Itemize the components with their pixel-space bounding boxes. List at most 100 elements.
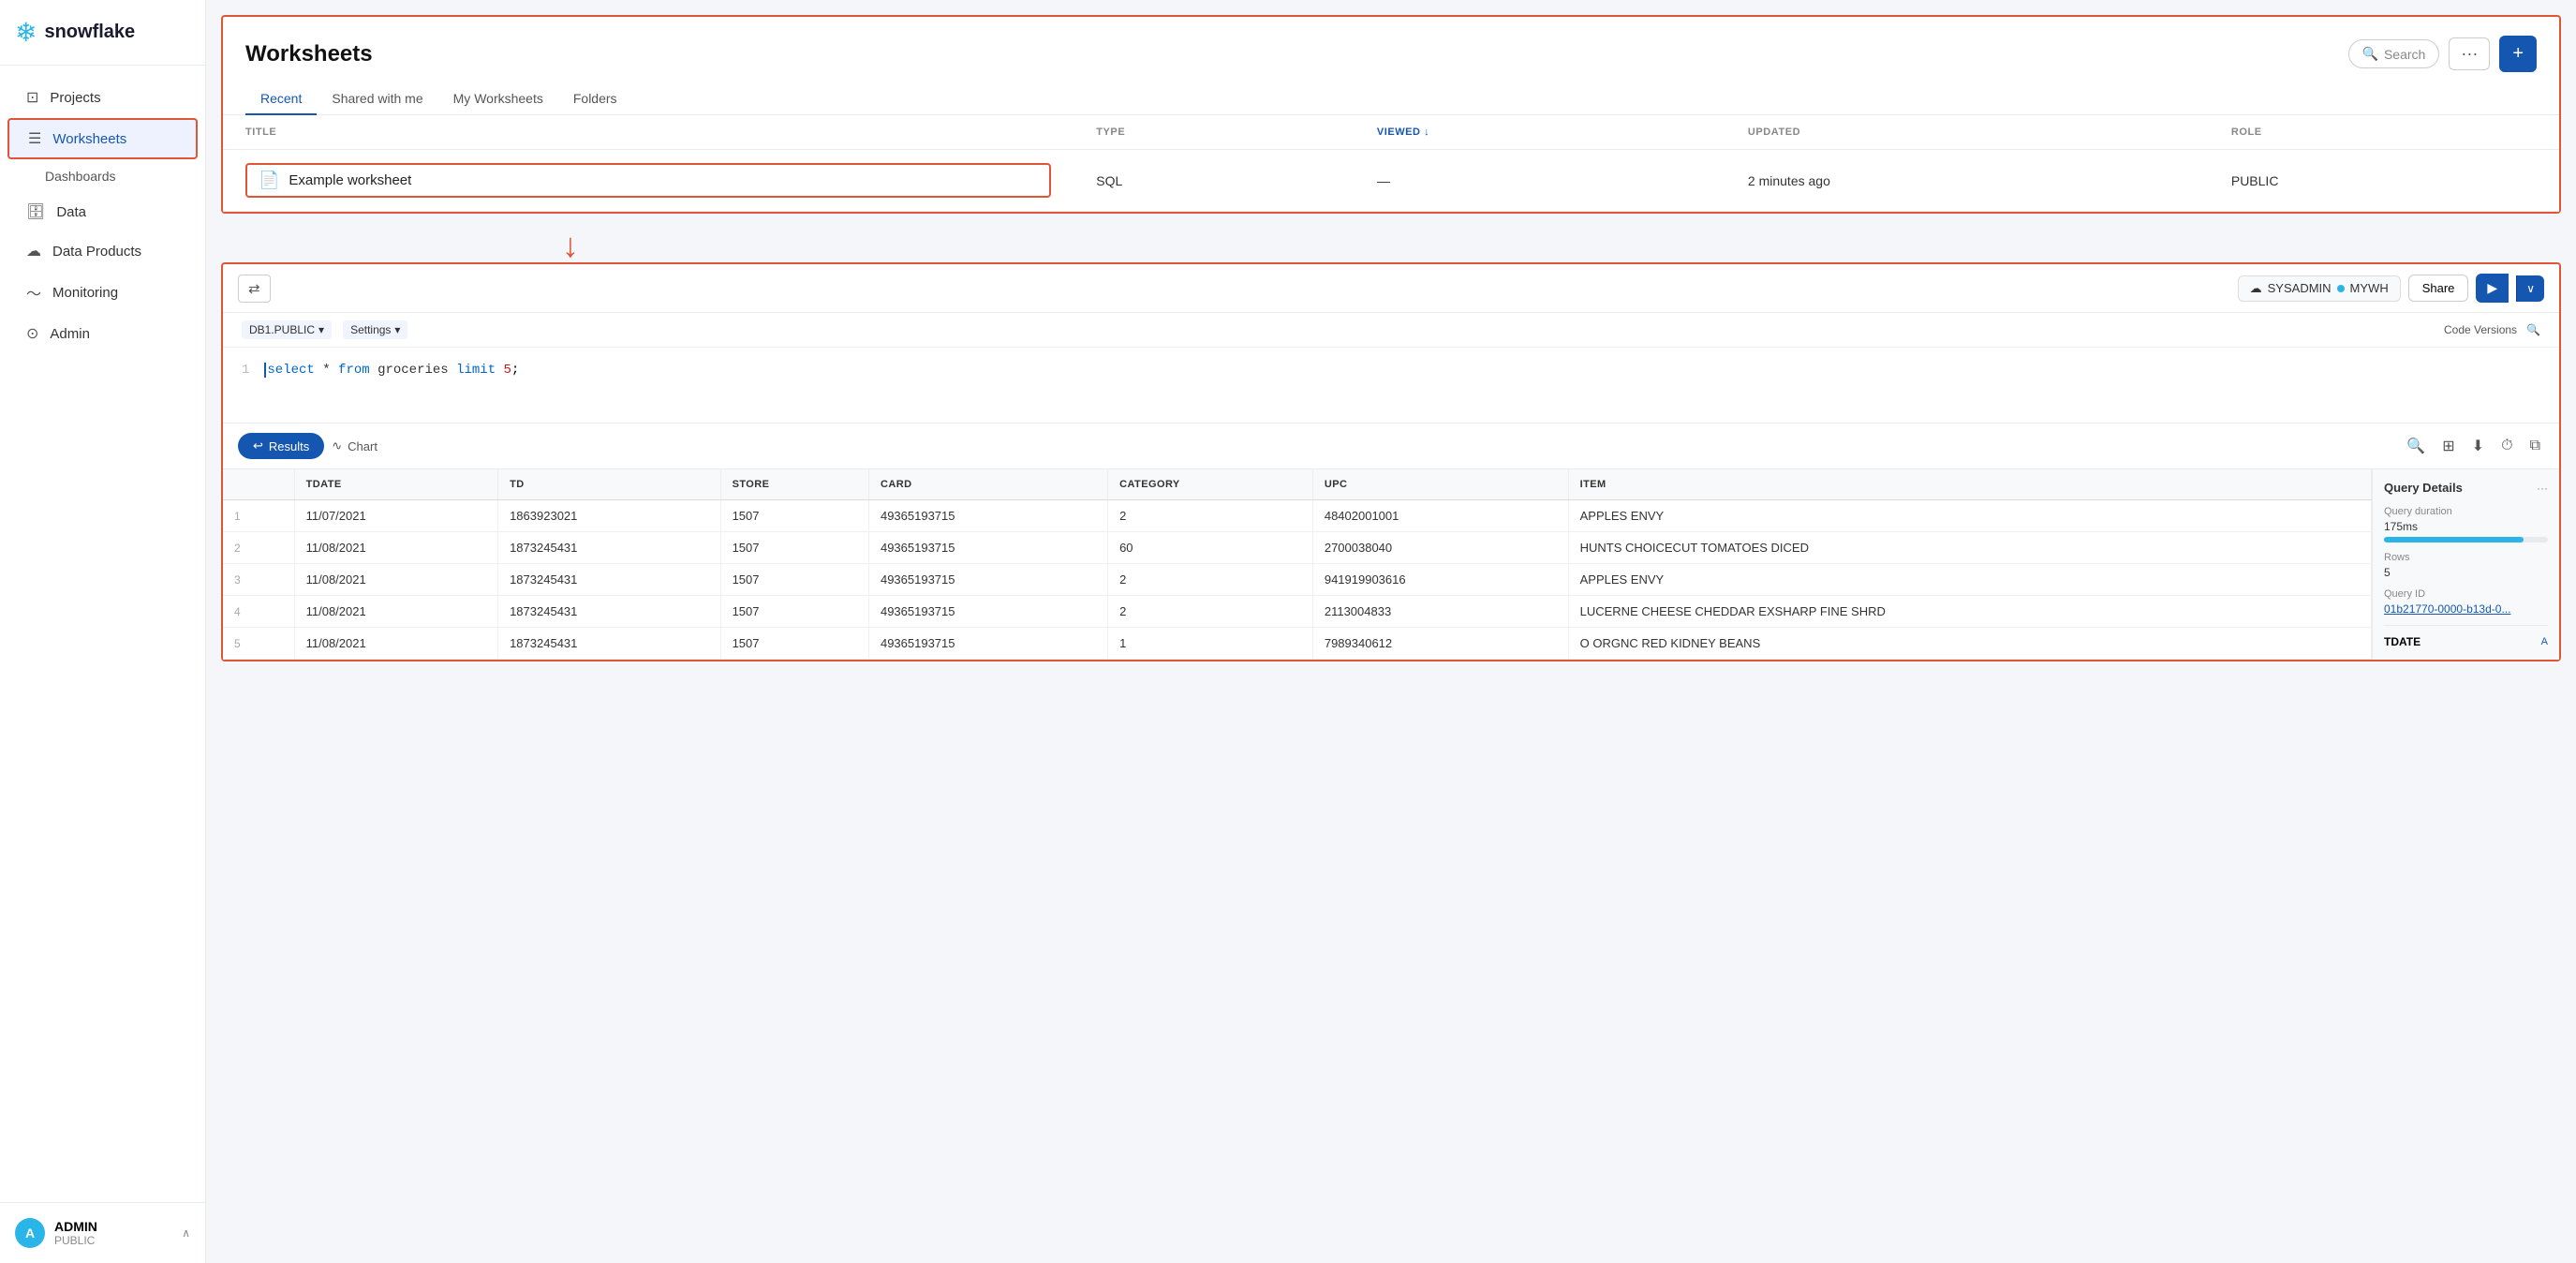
- file-icon: 📄: [259, 171, 279, 190]
- chart-label: Chart: [348, 439, 378, 453]
- db-chevron-icon: ▾: [318, 323, 324, 336]
- settings-chevron-icon: ▾: [394, 323, 400, 336]
- query-id-row: Query ID 01b21770-0000-b13d-0...: [2384, 588, 2548, 616]
- chevron-up-icon[interactable]: ∧: [182, 1226, 190, 1240]
- worksheets-table: TITLE TYPE VIEWED ↓ UPDATED ROLE 📄: [223, 115, 2559, 212]
- limit-number: 5: [504, 363, 511, 378]
- sidebar-item-label: Data Products: [52, 244, 141, 260]
- worksheets-table-container: TITLE TYPE VIEWED ↓ UPDATED ROLE 📄: [223, 115, 2559, 212]
- col-tdate[interactable]: TDATE: [294, 469, 497, 500]
- row-num: 5: [223, 628, 294, 660]
- avatar-initial: A: [25, 1226, 35, 1241]
- tab-recent[interactable]: Recent: [245, 83, 317, 115]
- search-results-button[interactable]: 🔍: [2403, 433, 2429, 459]
- table-row: 1 11/07/2021 1863923021 1507 49365193715…: [223, 500, 2372, 532]
- sidebar-item-worksheets[interactable]: ☰ Worksheets: [7, 118, 198, 159]
- arrow-container: ↓: [206, 229, 2576, 262]
- cell-item: APPLES ENVY: [1568, 500, 2371, 532]
- sidebar: ❄ snowflake ⊡ Projects ☰ Worksheets Dash…: [0, 0, 206, 1263]
- sidebar-item-data[interactable]: 🗄 Data: [7, 193, 198, 230]
- col-upc[interactable]: UPC: [1312, 469, 1568, 500]
- query-id-value[interactable]: 01b21770-0000-b13d-0...: [2384, 602, 2548, 616]
- sidebar-item-admin[interactable]: ⊙ Admin: [7, 315, 198, 352]
- worksheet-viewed: —: [1355, 150, 1725, 212]
- cell-store: 1507: [720, 532, 868, 564]
- sidebar-item-projects[interactable]: ⊡ Projects: [7, 79, 198, 116]
- results-tab-button[interactable]: ↩ Results: [238, 433, 324, 459]
- tdate-value[interactable]: A: [2541, 636, 2548, 647]
- rows-label: Rows: [2384, 552, 2548, 563]
- worksheet-role: PUBLIC: [2209, 150, 2559, 212]
- table-row: 5 11/08/2021 1873245431 1507 49365193715…: [223, 628, 2372, 660]
- table-row: 3 11/08/2021 1873245431 1507 49365193715…: [223, 564, 2372, 596]
- cell-item: O ORGNC RED KIDNEY BEANS: [1568, 628, 2371, 660]
- results-label: Results: [269, 439, 309, 453]
- query-history-button[interactable]: ⏱: [2497, 434, 2516, 458]
- search-icon: 🔍: [2362, 46, 2378, 62]
- run-chevron-button[interactable]: ∨: [2516, 275, 2544, 302]
- sysadmin-label: SYSADMIN: [2268, 281, 2332, 295]
- share-button[interactable]: Share: [2408, 275, 2469, 302]
- table-row: 4 11/08/2021 1873245431 1507 49365193715…: [223, 596, 2372, 628]
- cell-item: HUNTS CHOICECUT TOMATOES DICED: [1568, 532, 2371, 564]
- cell-upc: 941919903616: [1312, 564, 1568, 596]
- footer-user: ADMIN PUBLIC: [54, 1219, 172, 1247]
- code-editor[interactable]: 1 select * from groceries limit 5 ;: [223, 348, 2559, 423]
- filter-button[interactable]: ⇄: [238, 275, 271, 303]
- cell-category: 60: [1108, 532, 1313, 564]
- main-content: Worksheets 🔍 Search ··· + Recent Shared …: [206, 0, 2576, 1263]
- cell-store: 1507: [720, 596, 868, 628]
- chart-tab-button[interactable]: ∿ Chart: [332, 438, 378, 453]
- columns-button[interactable]: ⊞: [2438, 433, 2458, 459]
- sidebar-item-data-products[interactable]: ☁ Data Products: [7, 232, 198, 270]
- query-details-dots[interactable]: ···: [2537, 482, 2548, 495]
- col-viewed[interactable]: VIEWED ↓: [1355, 115, 1725, 150]
- footer-username: ADMIN: [54, 1219, 172, 1234]
- tab-shared[interactable]: Shared with me: [317, 83, 437, 115]
- table-row: 2 11/08/2021 1873245431 1507 49365193715…: [223, 532, 2372, 564]
- worksheets-title: Worksheets: [245, 41, 373, 67]
- db-pill[interactable]: DB1.PUBLIC ▾: [242, 320, 332, 339]
- col-store[interactable]: STORE: [720, 469, 868, 500]
- chart-icon: ∿: [332, 438, 342, 453]
- code-versions-search-icon[interactable]: 🔍: [2526, 323, 2540, 336]
- query-details-title: Query Details: [2384, 481, 2463, 495]
- query-id-label: Query ID: [2384, 588, 2548, 600]
- cell-td: 1873245431: [498, 532, 720, 564]
- download-button[interactable]: ⬇: [2468, 433, 2488, 459]
- tab-my-worksheets[interactable]: My Worksheets: [438, 83, 558, 115]
- settings-pill[interactable]: Settings ▾: [343, 320, 407, 339]
- cell-store: 1507: [720, 500, 868, 532]
- add-worksheet-button[interactable]: +: [2499, 36, 2537, 72]
- worksheets-panel: Worksheets 🔍 Search ··· + Recent Shared …: [221, 15, 2561, 214]
- rows-row: Rows 5: [2384, 552, 2548, 579]
- col-item[interactable]: ITEM: [1568, 469, 2371, 500]
- worksheet-updated: 2 minutes ago: [1725, 150, 2209, 212]
- cell-category: 2: [1108, 596, 1313, 628]
- results-table-wrap: TDATE TD STORE CARD CATEGORY UPC ITEM 1 …: [223, 468, 2559, 660]
- col-type: TYPE: [1073, 115, 1355, 150]
- split-view-button[interactable]: ⧉: [2526, 434, 2544, 458]
- dashboards-label: Dashboards: [45, 169, 116, 184]
- table-row[interactable]: 📄 Example worksheet SQL — 2 minutes ago …: [223, 150, 2559, 212]
- tab-folders[interactable]: Folders: [558, 83, 632, 115]
- run-button[interactable]: ▶: [2476, 274, 2509, 303]
- sidebar-item-dashboards[interactable]: Dashboards: [0, 161, 205, 191]
- col-card[interactable]: CARD: [868, 469, 1107, 500]
- data-products-icon: ☁: [26, 242, 41, 260]
- cell-upc: 2113004833: [1312, 596, 1568, 628]
- more-options-button[interactable]: ···: [2449, 37, 2490, 70]
- col-category[interactable]: CATEGORY: [1108, 469, 1313, 500]
- search-box[interactable]: 🔍 Search: [2348, 39, 2440, 68]
- toolbar-right: ☁ SYSADMIN MYWH Share ▶ ∨: [2238, 274, 2544, 303]
- cell-card: 49365193715: [868, 564, 1107, 596]
- cell-store: 1507: [720, 564, 868, 596]
- projects-icon: ⊡: [26, 88, 38, 107]
- avatar: A: [15, 1218, 45, 1248]
- results-data-table: TDATE TD STORE CARD CATEGORY UPC ITEM 1 …: [223, 469, 2372, 660]
- code-versions-label[interactable]: Code Versions: [2444, 323, 2517, 336]
- col-row-num: [223, 469, 294, 500]
- sidebar-item-monitoring[interactable]: 〜 Monitoring: [7, 272, 198, 313]
- col-td[interactable]: TD: [498, 469, 720, 500]
- cell-tdate: 11/08/2021: [294, 628, 497, 660]
